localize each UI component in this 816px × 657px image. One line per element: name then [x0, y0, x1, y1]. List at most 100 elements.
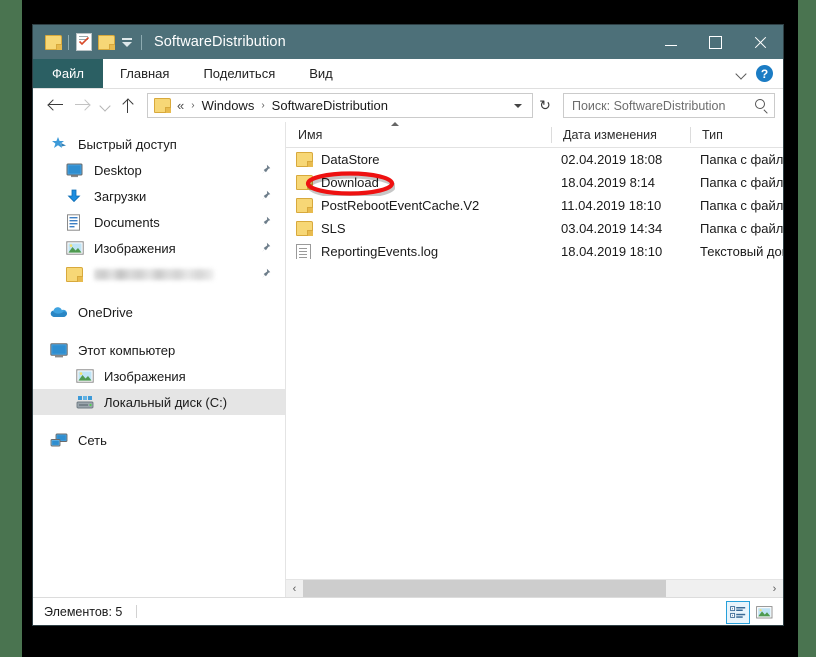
pin-icon[interactable] — [260, 216, 271, 228]
breadcrumb-separator: › — [261, 100, 265, 111]
details-view-button[interactable] — [726, 601, 750, 624]
window-body: Быстрый доступ Desktop Загрузки Document… — [33, 122, 783, 597]
breadcrumb[interactable]: « › Windows › SoftwareDistribution — [147, 93, 533, 118]
breadcrumb-item-windows[interactable]: Windows — [202, 98, 255, 113]
sidebar-item-pictures-pc[interactable]: Изображения — [33, 363, 285, 389]
sidebar-item-pictures[interactable]: Изображения — [33, 235, 285, 261]
sidebar-item-desktop[interactable]: Desktop — [33, 157, 285, 183]
help-icon[interactable]: ? — [756, 65, 773, 82]
file-name-label: Download — [321, 175, 379, 190]
scrollbar-track[interactable] — [303, 580, 766, 597]
back-button[interactable] — [43, 93, 69, 119]
folder-icon — [296, 175, 313, 190]
quick-access-toolbar — [33, 31, 146, 53]
sidebar-item-downloads[interactable]: Загрузки — [33, 183, 285, 209]
navigation-pane[interactable]: Быстрый доступ Desktop Загрузки Document… — [33, 122, 286, 597]
file-list-pane: Имя Дата изменения Тип DataStore 02.04.2… — [286, 122, 783, 597]
file-date-cell: 18.04.2019 8:14 — [561, 175, 655, 190]
table-row[interactable]: PostRebootEventCache.V2 11.04.2019 18:10… — [286, 194, 783, 217]
ribbon-tab-bar: Файл Главная Поделиться Вид ? — [33, 59, 783, 89]
file-name-label: DataStore — [321, 152, 380, 167]
tab-file[interactable]: Файл — [33, 59, 103, 88]
refresh-button[interactable]: ↻ — [533, 93, 557, 118]
sidebar-item-local-disk-c[interactable]: Локальный диск (C:) — [33, 389, 285, 415]
column-header-name[interactable]: Имя — [286, 122, 551, 147]
close-button[interactable] — [738, 25, 783, 59]
breadcrumb-dropdown-icon[interactable] — [514, 103, 522, 108]
search-input[interactable]: Поиск: SoftwareDistribution — [572, 99, 755, 113]
folder-icon[interactable] — [42, 31, 64, 53]
sidebar-item-label-redacted — [94, 268, 214, 280]
minimize-button[interactable] — [648, 25, 693, 59]
column-header-type[interactable]: Тип — [690, 123, 783, 147]
breadcrumb-item-softwaredistribution[interactable]: SoftwareDistribution — [272, 98, 388, 113]
sidebar-item-onedrive[interactable]: OneDrive — [33, 299, 285, 325]
breadcrumb-overflow[interactable]: « — [177, 98, 184, 113]
scroll-right-button[interactable]: › — [766, 580, 783, 597]
scrollbar-thumb[interactable] — [303, 580, 667, 597]
horizontal-scrollbar[interactable]: ‹ › — [286, 579, 783, 597]
file-name-label: PostRebootEventCache.V2 — [321, 198, 480, 213]
network-icon — [50, 432, 69, 449]
maximize-button[interactable] — [693, 25, 738, 59]
check-icon — [79, 37, 89, 46]
pin-icon[interactable] — [260, 164, 271, 176]
up-button[interactable] — [115, 93, 141, 119]
folder-icon — [296, 152, 313, 167]
table-row[interactable]: ReportingEvents.log 18.04.2019 18:10 Тек… — [286, 240, 783, 263]
table-row[interactable]: SLS 03.04.2019 14:34 Папка с файлами — [286, 217, 783, 240]
file-name-cell[interactable]: PostRebootEventCache.V2 — [286, 198, 549, 213]
sidebar-item-network[interactable]: Сеть — [33, 427, 285, 453]
divider — [141, 34, 142, 50]
scroll-left-button[interactable]: ‹ — [286, 580, 303, 597]
window-title: SoftwareDistribution — [154, 34, 286, 50]
sidebar-item-label: Загрузки — [94, 188, 147, 204]
sidebar-item-documents[interactable]: Documents — [33, 209, 285, 235]
file-name-cell[interactable]: SLS — [286, 221, 549, 236]
sidebar-item-this-pc[interactable]: Этот компьютер — [33, 337, 285, 363]
desktop-icon — [66, 162, 85, 179]
file-type-cell: Папка с файлами — [700, 175, 783, 190]
search-icon[interactable] — [755, 99, 768, 112]
tab-view[interactable]: Вид — [292, 59, 350, 88]
customize-dropdown-icon[interactable] — [117, 37, 137, 47]
pin-icon[interactable] — [260, 242, 271, 254]
view-mode-buttons — [726, 601, 776, 624]
recent-locations-icon[interactable] — [95, 93, 115, 119]
ribbon-right-controls: ? — [737, 59, 777, 88]
star-pin-icon — [50, 136, 69, 153]
sidebar-group-label: Быстрый доступ — [78, 136, 177, 152]
sidebar-item-label: Desktop — [94, 162, 142, 178]
file-type-cell: Папка с файлами — [700, 152, 783, 167]
sidebar-group-quick-access[interactable]: Быстрый доступ — [33, 131, 285, 157]
file-rows[interactable]: DataStore 02.04.2019 18:08 Папка с файла… — [286, 148, 783, 579]
chevron-down-icon[interactable] — [737, 69, 746, 78]
tab-share[interactable]: Поделиться — [186, 59, 292, 88]
file-name-cell[interactable]: Download — [286, 175, 549, 190]
file-name-cell[interactable]: ReportingEvents.log — [286, 244, 549, 259]
sidebar-item-label: Локальный диск (C:) — [104, 394, 228, 410]
sidebar-item-redacted-folder[interactable] — [33, 261, 285, 287]
search-box[interactable]: Поиск: SoftwareDistribution — [563, 93, 775, 118]
documents-icon — [66, 213, 85, 231]
properties-icon[interactable] — [73, 31, 95, 53]
file-name-cell[interactable]: DataStore — [286, 152, 549, 167]
breadcrumb-separator: › — [191, 100, 195, 111]
folder-icon — [296, 221, 313, 236]
table-row[interactable]: Download 18.04.2019 8:14 Папка с файлами — [286, 171, 783, 194]
forward-button[interactable] — [69, 93, 95, 119]
sidebar-item-label: Этот компьютер — [78, 342, 176, 358]
onedrive-cloud-icon — [50, 304, 69, 321]
pin-icon[interactable] — [260, 190, 271, 202]
file-type-cell: Текстовый докум. — [700, 244, 783, 259]
tab-home[interactable]: Главная — [103, 59, 186, 88]
pin-icon[interactable] — [260, 268, 271, 280]
column-header-date-modified[interactable]: Дата изменения — [551, 123, 690, 147]
new-folder-icon[interactable] — [95, 31, 117, 53]
table-row[interactable]: DataStore 02.04.2019 18:08 Папка с файла… — [286, 148, 783, 171]
file-type-cell: Папка с файлами — [700, 221, 783, 236]
large-icons-view-button[interactable] — [752, 601, 776, 624]
